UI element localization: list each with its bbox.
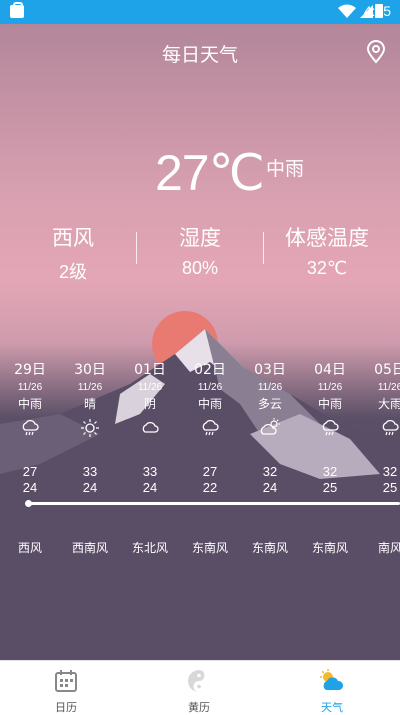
forecast-strip: 29日 11/26 中雨 27 24 西风 30日 11/26 晴 33 24 …	[0, 359, 400, 569]
clock: 4:25	[363, 3, 391, 19]
forecast-date: 04日	[314, 362, 346, 378]
forecast-date: 29日	[14, 362, 46, 378]
forecast-condition: 中雨	[197, 397, 222, 411]
forecast-high: 33	[142, 464, 158, 479]
forecast-high: 33	[82, 464, 98, 479]
forecast-wind: 东南风	[251, 541, 288, 555]
forecast-low: 24	[82, 480, 98, 495]
forecast-month-day: 11/26	[77, 382, 103, 393]
forecast-day: 30日 11/26 晴 33 24 西南风	[60, 359, 120, 555]
nav-label: 日历	[55, 701, 77, 714]
nav-almanac[interactable]: 黄历	[164, 667, 234, 715]
shopping-bag-icon	[10, 2, 24, 18]
forecast-condition: 大雨	[377, 397, 400, 411]
forecast-day: 03日 11/26 多云 32 24 东南风	[240, 359, 300, 555]
forecast-date: 05日	[374, 362, 400, 378]
forecast-day: 04日 11/26 中雨 32 25 东南风	[300, 359, 360, 555]
rain-icon	[0, 418, 60, 440]
forecast-wind: 东南风	[311, 541, 348, 555]
feels-like-label: 体感温度	[285, 226, 369, 250]
forecast-wind: 南风	[377, 541, 400, 555]
forecast-day: 05日 11/26 大雨 32 25 南风	[360, 359, 400, 555]
forecast-condition: 中雨	[17, 397, 42, 411]
forecast-month-day: 11/26	[17, 382, 43, 393]
forecast-day: 02日 11/26 中雨 27 22 东南风	[180, 359, 240, 555]
forecast-condition: 多云	[257, 397, 282, 411]
forecast-date: 01日	[134, 362, 166, 378]
forecast-month-day: 11/26	[317, 382, 343, 393]
forecast-date: 30日	[74, 362, 106, 378]
forecast-high: 32	[262, 464, 278, 479]
forecast-condition: 阴	[143, 397, 156, 411]
forecast-high: 27	[22, 464, 38, 479]
bottom-nav: 日历 黄历 天气	[0, 660, 400, 714]
location-pin-icon[interactable]	[365, 40, 387, 64]
forecast-condition: 晴	[83, 397, 96, 411]
humidity-stat: 湿度 80%	[133, 222, 267, 279]
forecast-month-day: 11/26	[257, 382, 283, 393]
forecast-wind: 东南风	[191, 541, 228, 555]
feels-like-stat: 体感温度 32℃	[260, 222, 394, 279]
forecast-date: 02日	[194, 362, 226, 378]
forecast-day: 29日 11/26 中雨 27 24 西风	[0, 359, 60, 555]
forecast-wind: 东北风	[131, 541, 168, 555]
forecast-low: 24	[142, 480, 158, 495]
forecast-wind: 西风	[17, 541, 42, 555]
nav-calendar[interactable]: 日历	[31, 667, 101, 715]
partly-cloudy-icon	[240, 418, 300, 440]
page-title: 每日天气	[161, 44, 238, 66]
forecast-low: 24	[22, 480, 38, 495]
current-condition: 中雨	[266, 158, 305, 180]
weather-icon	[297, 667, 367, 693]
forecast-low: 22	[202, 480, 218, 495]
wind-direction: 西风	[52, 226, 94, 250]
current-temperature: 27℃	[155, 145, 265, 201]
cloud-icon	[120, 418, 180, 440]
status-bar: 4:25	[0, 0, 400, 24]
calendar-icon	[31, 667, 101, 693]
forecast-low: 25	[382, 480, 398, 495]
nav-label: 黄历	[188, 701, 210, 714]
forecast-date: 03日	[254, 362, 286, 378]
forecast-condition: 中雨	[317, 397, 342, 411]
humidity-label: 湿度	[179, 226, 221, 250]
forecast-high: 27	[202, 464, 218, 479]
wifi-icon	[338, 4, 356, 18]
forecast-month-day: 11/26	[197, 382, 223, 393]
rain-icon	[180, 418, 240, 440]
sun-icon	[60, 418, 120, 440]
forecast-day: 01日 11/26 阴 33 24 东北风	[120, 359, 180, 555]
rain-icon	[360, 418, 400, 440]
forecast-high: 32	[322, 464, 338, 479]
forecast-low: 25	[322, 480, 338, 495]
temperature-line	[25, 500, 400, 507]
forecast-month-day: 11/26	[137, 382, 163, 393]
forecast-low: 24	[262, 480, 278, 495]
weather-background: 每日天气 27℃ 中雨 西风 2级 湿度 80% 体感温度 32℃ 29日 11…	[0, 24, 400, 660]
nav-weather[interactable]: 天气	[297, 667, 367, 715]
forecast-month-day: 11/26	[377, 382, 400, 393]
forecast-wind: 西南风	[71, 541, 108, 555]
rain-icon	[300, 418, 360, 440]
nav-label: 天气	[321, 701, 343, 714]
yin-yang-icon	[164, 667, 234, 693]
forecast-high: 32	[382, 464, 398, 479]
